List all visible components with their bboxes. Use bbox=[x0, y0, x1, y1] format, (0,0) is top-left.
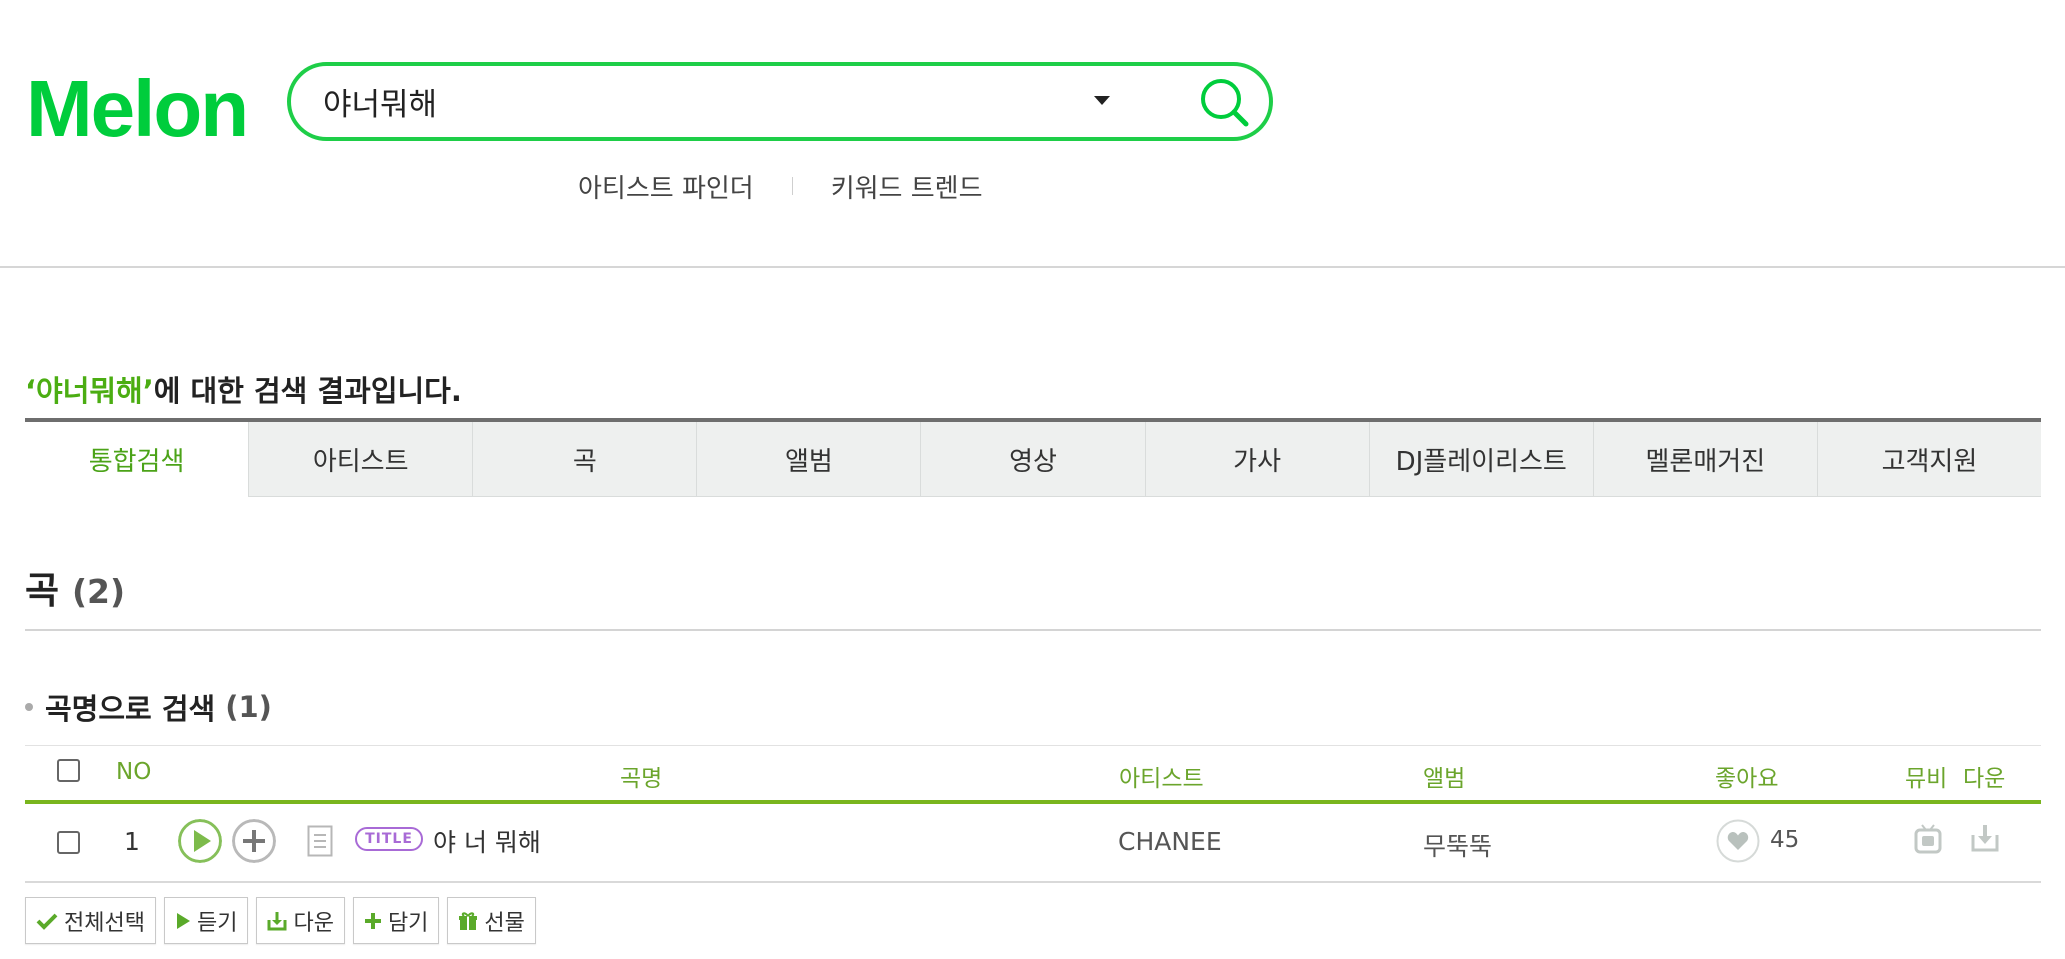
melon-logo[interactable]: Melon bbox=[26, 62, 250, 152]
music-video-icon[interactable] bbox=[1913, 823, 1943, 855]
subsection-count: (1) bbox=[225, 690, 272, 724]
song-info-icon[interactable] bbox=[307, 825, 333, 857]
header-down: 다운 bbox=[1963, 766, 2006, 792]
download-button[interactable]: 다운 bbox=[256, 897, 345, 944]
section-title-text: 곡 bbox=[25, 569, 60, 612]
svg-text:Melon: Melon bbox=[26, 64, 247, 152]
song-title[interactable]: 야 너 뭐해 bbox=[433, 823, 541, 859]
header-album: 앨범 bbox=[1423, 766, 1466, 792]
add-to-playlist-icon[interactable] bbox=[232, 819, 276, 863]
bulk-action-buttons: 전체선택 듣기 다운 담기 선물 bbox=[25, 897, 536, 944]
select-all-checkbox[interactable] bbox=[57, 759, 80, 782]
header-artist: 아티스트 bbox=[1119, 766, 1204, 792]
select-all-button[interactable]: 전체선택 bbox=[25, 897, 156, 944]
search-tabs: 통합검색 아티스트 곡 앨범 영상 가사 DJ플레이리스트 멜론매거진 고객지원 bbox=[25, 418, 2041, 497]
gift-button[interactable]: 선물 bbox=[447, 897, 536, 944]
link-divider bbox=[791, 177, 793, 195]
gift-label: 선물 bbox=[484, 910, 525, 936]
result-suffix: 에 대한 검색 결과입니다. bbox=[153, 374, 462, 408]
tab-support[interactable]: 고객지원 bbox=[1816, 422, 2041, 497]
section-divider bbox=[25, 629, 2041, 631]
like-count: 45 bbox=[1770, 827, 1800, 853]
artist-name[interactable]: CHANEE bbox=[1118, 827, 1222, 856]
play-icon[interactable] bbox=[178, 819, 222, 863]
tab-song[interactable]: 곡 bbox=[472, 422, 697, 497]
result-heading: ‘야너뭐해’에 대한 검색 결과입니다. bbox=[25, 368, 462, 410]
download-small-icon bbox=[267, 911, 287, 931]
table-header: NO 곡명 아티스트 앨범 좋아요 뮤비 다운 bbox=[25, 745, 2041, 804]
artist-finder-link[interactable]: 아티스트 파인더 bbox=[578, 168, 754, 205]
download-icon[interactable] bbox=[1970, 823, 2000, 853]
check-icon bbox=[36, 912, 58, 930]
keyword-trend-link[interactable]: 키워드 트렌드 bbox=[831, 168, 983, 205]
add-button[interactable]: 담기 bbox=[352, 897, 440, 944]
subsection-title: 곡명으로 검색 (1) bbox=[25, 686, 272, 728]
tab-lyrics[interactable]: 가사 bbox=[1144, 422, 1369, 497]
tab-video[interactable]: 영상 bbox=[920, 422, 1145, 497]
tab-artist[interactable]: 아티스트 bbox=[248, 422, 473, 497]
bullet-icon bbox=[25, 703, 33, 711]
search-icon[interactable] bbox=[1196, 74, 1252, 130]
section-count: (2) bbox=[71, 572, 126, 611]
plus-icon bbox=[364, 912, 382, 930]
search-box bbox=[287, 62, 1273, 141]
tab-integrated[interactable]: 통합검색 bbox=[25, 422, 249, 497]
tab-melon-magazine[interactable]: 멜론매거진 bbox=[1592, 422, 1817, 497]
title-badge: TITLE bbox=[355, 827, 423, 851]
header-sub-links: 아티스트 파인더 키워드 트렌드 bbox=[578, 166, 983, 206]
tab-dj-playlist[interactable]: DJ플레이리스트 bbox=[1368, 422, 1593, 497]
listen-label: 듣기 bbox=[196, 910, 238, 936]
header-no: NO bbox=[116, 759, 152, 785]
album-name[interactable]: 무뚝뚝 bbox=[1423, 827, 1492, 863]
header-song: 곡명 bbox=[620, 766, 663, 792]
row-checkbox[interactable] bbox=[57, 831, 80, 854]
download-label: 다운 bbox=[293, 910, 334, 936]
header: Melon 아티스트 파인더 키워드 트렌드 bbox=[0, 0, 2065, 268]
header-like: 좋아요 bbox=[1715, 766, 1779, 792]
header-mv: 뮤비 bbox=[1905, 766, 1948, 792]
gift-icon bbox=[458, 911, 478, 931]
select-all-label: 전체선택 bbox=[64, 910, 145, 936]
listen-button[interactable]: 듣기 bbox=[163, 897, 249, 944]
subsection-title-text: 곡명으로 검색 bbox=[45, 692, 216, 726]
result-keyword: ‘야너뭐해’ bbox=[25, 374, 154, 408]
row-no: 1 bbox=[124, 827, 140, 856]
tab-album[interactable]: 앨범 bbox=[696, 422, 921, 497]
section-title: 곡 (2) bbox=[25, 560, 125, 614]
play-small-icon bbox=[175, 912, 191, 930]
dropdown-caret-icon[interactable] bbox=[1094, 96, 1110, 105]
like-heart-icon[interactable] bbox=[1716, 819, 1760, 863]
table-row: 1 TITLE 야 너 뭐해 CHANEE 무뚝뚝 45 bbox=[25, 803, 2041, 883]
search-input[interactable] bbox=[323, 78, 1023, 124]
add-label: 담기 bbox=[387, 910, 429, 936]
